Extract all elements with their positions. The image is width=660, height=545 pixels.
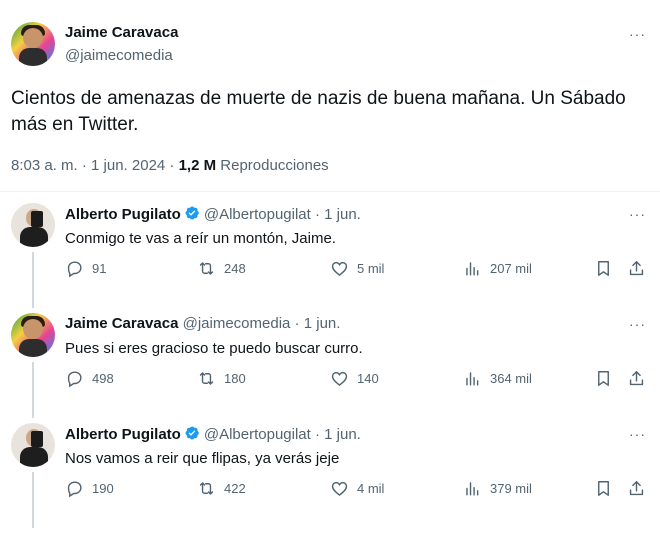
- more-options-icon[interactable]: ···: [629, 316, 646, 332]
- tweet-timestamp[interactable]: 8:03 a. m. · 1 jun. 2024 ·: [11, 157, 179, 174]
- author-handle[interactable]: @Albertopugilat: [204, 426, 311, 443]
- reply-button[interactable]: 498: [65, 369, 114, 388]
- reply-text: Pues si eres gracioso te puedo buscar cu…: [65, 340, 363, 357]
- views-count: 379 mil: [490, 481, 532, 496]
- reply-tweet[interactable]: Jaime Caravaca @jaimecomedia · 1 jun. ··…: [0, 307, 660, 417]
- heart-icon: [331, 261, 348, 276]
- more-options-icon[interactable]: ···: [629, 426, 646, 442]
- share-icon: [629, 481, 644, 496]
- like-button[interactable]: 4 mil: [330, 479, 384, 498]
- verified-badge-icon: [185, 426, 199, 440]
- retweet-button[interactable]: 180: [197, 369, 246, 388]
- reply-icon: [67, 261, 82, 278]
- tweet-meta: 8:03 a. m. · 1 jun. 2024 · 1,2 M Reprodu…: [11, 157, 329, 174]
- heart-icon: [331, 371, 348, 386]
- author-name[interactable]: Alberto Pugilato: [65, 206, 181, 223]
- views-count: 1,2 M: [178, 157, 217, 174]
- separator-dot: ·: [310, 426, 325, 443]
- reply-icon: [67, 481, 82, 498]
- more-options-icon[interactable]: ···: [629, 206, 646, 222]
- like-count: 5 mil: [357, 261, 385, 276]
- retweet-count: 180: [224, 371, 246, 386]
- tweet-date[interactable]: 1 jun.: [324, 426, 361, 443]
- bookmark-icon: [598, 261, 609, 276]
- views-icon: [466, 372, 479, 386]
- share-icon: [629, 371, 644, 386]
- bookmark-icon: [598, 371, 609, 386]
- main-tweet: Jaime Caravaca @jaimecomedia ··· Cientos…: [0, 0, 660, 195]
- like-count: 4 mil: [357, 481, 385, 496]
- reply-text: Conmigo te vas a reír un montón, Jaime.: [65, 230, 336, 247]
- views-button[interactable]: 207 mil: [463, 259, 532, 278]
- separator-dot: ·: [310, 206, 325, 223]
- retweet-count: 248: [224, 261, 246, 276]
- avatar[interactable]: [11, 313, 55, 357]
- verified-badge-icon: [185, 206, 199, 220]
- retweet-icon: [199, 262, 214, 275]
- reply-header: Alberto Pugilato @Albertopugilat · 1 jun.: [65, 425, 361, 443]
- tweet-date[interactable]: 1 jun.: [304, 315, 341, 332]
- retweet-count: 422: [224, 481, 246, 496]
- like-button[interactable]: 140: [330, 369, 379, 388]
- author-name[interactable]: Alberto Pugilato: [65, 426, 181, 443]
- author-handle[interactable]: @Albertopugilat: [204, 206, 311, 223]
- author-name[interactable]: Jaime Caravaca: [65, 24, 178, 41]
- reply-icon: [67, 371, 82, 388]
- views-count: 364 mil: [490, 371, 532, 386]
- views-icon: [466, 262, 479, 276]
- author-handle[interactable]: @jaimecomedia: [65, 47, 173, 64]
- bookmark-icon: [598, 481, 609, 496]
- views-button[interactable]: 379 mil: [463, 479, 532, 498]
- reply-tweet[interactable]: Alberto Pugilato @Albertopugilat · 1 jun.…: [0, 417, 660, 527]
- separator-dot: ·: [290, 315, 304, 332]
- tweet-date[interactable]: 1 jun.: [324, 206, 361, 223]
- reply-button[interactable]: 190: [65, 479, 114, 498]
- avatar[interactable]: [11, 423, 55, 467]
- tweet-text: Cientos de amenazas de muerte de nazis d…: [11, 88, 626, 135]
- reply-count: 498: [92, 371, 114, 386]
- reply-tweet[interactable]: Alberto Pugilato @Albertopugilat · 1 jun.…: [0, 197, 660, 307]
- divider: [0, 191, 660, 192]
- author-handle[interactable]: @jaimecomedia: [183, 315, 291, 332]
- reply-count: 190: [92, 481, 114, 496]
- avatar[interactable]: [11, 22, 55, 66]
- more-options-icon[interactable]: ···: [629, 26, 646, 42]
- retweet-button[interactable]: 248: [197, 259, 246, 278]
- heart-icon: [331, 481, 348, 496]
- bookmark-button[interactable]: [594, 479, 613, 498]
- views-button[interactable]: 364 mil: [463, 369, 532, 388]
- author-name[interactable]: Jaime Caravaca: [65, 315, 178, 332]
- reply-button[interactable]: 91: [65, 259, 106, 278]
- share-button[interactable]: [627, 259, 646, 278]
- reply-header: Alberto Pugilato @Albertopugilat · 1 jun.: [65, 205, 361, 223]
- views-icon: [466, 482, 479, 496]
- views-label: Reproducciones: [216, 157, 329, 174]
- reply-text: Nos vamos a reir que flipas, ya verás je…: [65, 450, 340, 467]
- like-count: 140: [357, 371, 379, 386]
- share-button[interactable]: [627, 479, 646, 498]
- bookmark-button[interactable]: [594, 259, 613, 278]
- share-icon: [629, 261, 644, 276]
- retweet-button[interactable]: 422: [197, 479, 246, 498]
- reply-count: 91: [92, 261, 107, 276]
- like-button[interactable]: 5 mil: [330, 259, 384, 278]
- share-button[interactable]: [627, 369, 646, 388]
- avatar[interactable]: [11, 203, 55, 247]
- reply-header: Jaime Caravaca @jaimecomedia · 1 jun.: [65, 315, 340, 332]
- bookmark-button[interactable]: [594, 369, 613, 388]
- views-count: 207 mil: [490, 261, 532, 276]
- retweet-icon: [199, 482, 214, 495]
- retweet-icon: [199, 372, 214, 385]
